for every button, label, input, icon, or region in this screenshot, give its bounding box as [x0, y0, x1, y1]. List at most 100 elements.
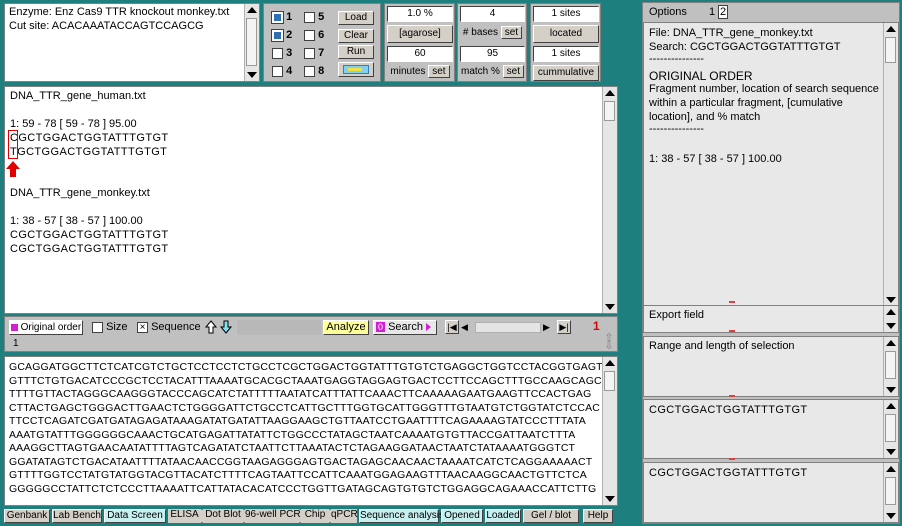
lane-2[interactable]: 2 [271, 28, 292, 42]
sequence-checkbox[interactable]: × [137, 321, 148, 333]
lane-3-checkbox[interactable] [272, 47, 283, 59]
sites-located-label[interactable]: located [533, 25, 599, 43]
sequence-scrollbar[interactable] [602, 357, 617, 505]
down-arrow-icon[interactable] [886, 513, 896, 519]
tab-opened[interactable]: Opened [441, 509, 483, 523]
down-arrow-icon[interactable] [886, 387, 896, 393]
lane-6[interactable]: 6 [304, 29, 324, 41]
selection-box-1[interactable]: CGCTGGACTGGTATTTGTGT [643, 399, 899, 459]
up-arrow-icon[interactable] [886, 403, 896, 409]
human-file-name: DNA_TTR_gene_human.txt [10, 90, 146, 102]
range-field-label: Range and length of selection [649, 340, 795, 352]
options-label[interactable]: Options [649, 6, 687, 18]
tab-sequence-analysis[interactable]: Sequence analysis [359, 509, 444, 523]
up-arrow-icon[interactable] [605, 90, 615, 96]
monkey-seq-1: CGCTGGACTGGTATTTGTGT [10, 229, 169, 241]
tab-dot-blot[interactable]: Dot Blot [203, 509, 243, 523]
down-arrow-icon[interactable] [247, 72, 257, 78]
sites-cumm-label[interactable]: cummulative [533, 65, 599, 81]
gel-preview-button[interactable] [338, 62, 374, 77]
match-set-button[interactable]: set [502, 65, 525, 78]
down-arrow-icon[interactable] [605, 304, 615, 310]
first-icon[interactable]: |◀ [445, 320, 459, 334]
tab-data-screen[interactable]: Data Screen [104, 509, 166, 523]
cut-site-line: Cut site: ACACAAATACCAGTCCAGCG [9, 20, 204, 32]
up-arrow-icon[interactable] [247, 7, 257, 13]
lane-8[interactable]: 8 [304, 65, 324, 77]
bases-set-button[interactable]: set [500, 26, 523, 39]
results-scrollbar[interactable] [602, 87, 617, 313]
up-arrow-icon[interactable] [886, 340, 896, 346]
sequence-line: TTTTGTTACTAGGGCAAGGGTACCCAGCATCTATTTTTAA… [9, 388, 592, 400]
down-arrow-icon[interactable] [886, 297, 896, 303]
match-value[interactable]: 95 [460, 46, 525, 62]
last-icon[interactable]: ▶| [557, 320, 571, 334]
lane-7[interactable]: 7 [304, 47, 324, 59]
tab-gel-blot[interactable]: Gel / blot [523, 509, 579, 523]
tab-96-well-pcr[interactable]: 96-well PCR [245, 509, 301, 523]
lane-8-checkbox[interactable] [304, 65, 315, 77]
tab-loaded[interactable]: Loaded [485, 509, 521, 523]
down-arrow-icon[interactable] [886, 449, 896, 455]
down-arrow-icon[interactable] [220, 320, 232, 334]
box1-scrollbar[interactable] [883, 400, 898, 458]
tab-elisa[interactable]: ELISA [168, 509, 201, 523]
selection-box-2[interactable]: CGCTGGACTGGTATTTGTGT [643, 462, 899, 523]
options-tab-2[interactable]: 2 [718, 5, 729, 19]
export-scrollbar[interactable] [883, 306, 898, 332]
swap-icon[interactable]: ⇧ ⇩ [603, 333, 615, 352]
range-field[interactable]: Range and length of selection [643, 336, 899, 397]
run-button[interactable]: Run [338, 45, 374, 59]
lane-4[interactable]: 4 [272, 65, 292, 77]
lane-3[interactable]: 3 [272, 47, 292, 59]
divider-line-2: --------------- [649, 123, 704, 135]
sites-cumm-value: 1 sites [533, 46, 599, 62]
sequence-line: AAATGTATTTGGGGGGCAAACTGCATGAGATTATATTCTG… [9, 428, 576, 441]
lane-1-checkbox[interactable] [271, 10, 284, 24]
lane-5[interactable]: 5 [304, 11, 324, 23]
enzyme-scrollbar[interactable] [244, 4, 259, 81]
tab-qpcr[interactable]: qPCR [331, 509, 358, 523]
original-order-button[interactable]: Original order [9, 320, 83, 335]
lane-5-checkbox[interactable] [304, 11, 315, 23]
info-scrollbar[interactable] [883, 23, 898, 306]
box2-scrollbar[interactable] [883, 463, 898, 522]
up-arrow-icon[interactable] [886, 309, 896, 315]
down-arrow-icon[interactable] [886, 323, 896, 329]
down-arrow-icon[interactable] [605, 496, 615, 502]
record-slider[interactable] [475, 322, 541, 333]
clear-button[interactable]: Clear [338, 29, 374, 43]
agarose-label[interactable]: [agarose] [387, 25, 453, 43]
tab-chip[interactable]: Chip [301, 509, 329, 523]
bases-value[interactable]: 4 [460, 6, 525, 22]
size-checkbox[interactable] [92, 321, 103, 333]
agarose-value[interactable]: 1.0 % [387, 6, 453, 22]
tab-genbank[interactable]: Genbank [4, 509, 50, 523]
minutes-value[interactable]: 60 [387, 46, 453, 62]
tab-lab-bench[interactable]: Lab Bench [52, 509, 102, 523]
options-tab-1[interactable]: 1 [709, 6, 715, 18]
lane-6-checkbox[interactable] [304, 29, 315, 41]
sequence-text[interactable]: GCAGGATGGCTTCTCATCGTCTGCTCCTCCTCTGCCTCGC… [9, 361, 603, 496]
tab-help[interactable]: Help [583, 509, 613, 523]
lane-2-checkbox[interactable] [271, 28, 284, 42]
export-field[interactable]: Export field [643, 305, 899, 333]
lane-1[interactable]: 1 [271, 10, 292, 24]
sequence-option[interactable]: × Sequence [137, 321, 201, 333]
info-box: File: DNA_TTR_gene_monkey.txt Search: CG… [643, 22, 899, 307]
search-button[interactable]: 0 Search [373, 320, 437, 335]
lane-4-checkbox[interactable] [272, 65, 283, 77]
prev-icon[interactable]: ◀ [461, 320, 473, 334]
next-icon[interactable]: ▶ [543, 320, 555, 334]
analyze-button[interactable]: Analyze [323, 320, 369, 335]
up-arrow-icon[interactable] [886, 466, 896, 472]
gel-icon [343, 65, 369, 74]
up-arrow-icon[interactable] [886, 26, 896, 32]
minutes-set-button[interactable]: set [428, 65, 450, 78]
up-arrow-icon[interactable] [605, 360, 615, 366]
load-button[interactable]: Load [338, 11, 374, 25]
lane-7-checkbox[interactable] [304, 47, 315, 59]
size-option[interactable]: Size [92, 321, 127, 333]
up-arrow-icon[interactable] [205, 320, 217, 334]
range-scrollbar[interactable] [883, 337, 898, 396]
